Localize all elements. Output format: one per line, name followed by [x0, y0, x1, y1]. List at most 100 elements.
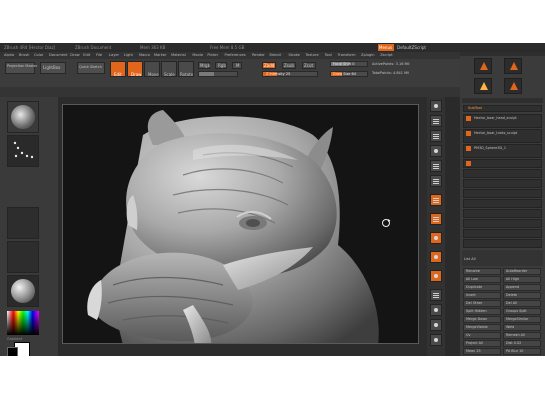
xyz-button[interactable]: [430, 270, 442, 282]
menu-item-render[interactable]: Render: [252, 53, 265, 58]
tool-thumbnail-c[interactable]: [474, 78, 492, 94]
rgb-intensity-slider[interactable]: [198, 71, 238, 77]
focal-shift-slider[interactable]: Focal Shift 0: [330, 61, 368, 67]
menu-item-light[interactable]: Light: [124, 53, 133, 58]
subtool-item-1[interactable]: Hector_boar_head_sculpt: [463, 114, 542, 128]
menu-item-preferences[interactable]: Preferences: [225, 53, 246, 58]
actual-button[interactable]: [430, 160, 442, 172]
subtool-item-12[interactable]: [463, 239, 542, 248]
subtool-item-9[interactable]: [463, 209, 542, 218]
menu-item-stencil[interactable]: Stencil: [269, 53, 281, 58]
subtool-action-uv[interactable]: Uv: [463, 332, 501, 339]
subtool-action-all-high[interactable]: All High: [503, 276, 541, 283]
move-view-button[interactable]: [430, 304, 442, 316]
subtool-action-duplicate[interactable]: Duplicate: [463, 284, 501, 291]
subtool-action-dist-0-02[interactable]: Dist 0.02: [503, 340, 541, 347]
subtool-header[interactable]: SubTool: [463, 105, 542, 112]
tool-thumbnail-b[interactable]: [504, 58, 522, 74]
lightbox-button[interactable]: LightBox: [40, 62, 66, 74]
subtool-item-4[interactable]: [463, 159, 542, 168]
persp-button[interactable]: [430, 194, 442, 206]
subtool-item-5[interactable]: [463, 169, 542, 178]
subtool-action-pa-blur-10[interactable]: PA Blur 10: [503, 348, 541, 355]
rotate-view-button[interactable]: [430, 334, 442, 346]
menu-item-color[interactable]: Color: [34, 53, 43, 58]
subtool-action-groups-split[interactable]: Groups Split: [503, 308, 541, 315]
edit-mode-button[interactable]: Edit: [110, 61, 126, 77]
material-thumbnail[interactable]: [7, 275, 39, 307]
subtool-item-7[interactable]: [463, 189, 542, 198]
scale-mode-button[interactable]: Scale: [161, 61, 177, 77]
move-mode-button[interactable]: Move: [144, 61, 160, 77]
subtool-action-delete[interactable]: Delete: [503, 292, 541, 299]
subtool-action-rename[interactable]: Rename: [463, 268, 501, 275]
menu-item-macro[interactable]: Macro: [139, 53, 150, 58]
rotate-mode-button[interactable]: Rotate: [178, 61, 194, 77]
menu-item-movie[interactable]: Movie: [192, 53, 203, 58]
subtool-item-8[interactable]: [463, 199, 542, 208]
menu-item-zplugin[interactable]: Zplugin: [361, 53, 375, 58]
menu-item-edit[interactable]: Edit: [83, 53, 90, 58]
tool-thumbnail-d[interactable]: [504, 78, 522, 94]
subtool-item-3[interactable]: PM3D_Sphere3D_1: [463, 144, 542, 158]
subtool-action-mean-25[interactable]: Mean 25: [463, 348, 501, 355]
rgb-button[interactable]: Rgb: [215, 62, 227, 69]
draw-mode-button[interactable]: Draw: [127, 61, 143, 77]
default-zscript-button[interactable]: DefaultZScript: [397, 45, 426, 50]
quick-sketch-button[interactable]: Quick Sketch: [77, 62, 105, 74]
subtool-action-all-low[interactable]: All Low: [463, 276, 501, 283]
lsym-button[interactable]: [430, 251, 442, 263]
subtool-item-6[interactable]: [463, 179, 542, 188]
frame-button[interactable]: [430, 289, 442, 301]
scale-view-button[interactable]: [430, 319, 442, 331]
color-picker[interactable]: [7, 311, 39, 335]
zcut-button[interactable]: Zcut: [302, 62, 316, 69]
projection-master-button[interactable]: Projection Master: [5, 62, 37, 74]
menu-item-brush[interactable]: Brush: [19, 53, 29, 58]
subtool-action-merge-down[interactable]: Merge Down: [463, 316, 501, 323]
zoom-button[interactable]: [430, 145, 442, 157]
m-button[interactable]: M: [232, 62, 242, 69]
secondary-color-swatch[interactable]: [7, 347, 18, 356]
spix-button[interactable]: [430, 115, 442, 127]
subtool-action-remesh-all[interactable]: Remesh All: [503, 332, 541, 339]
menu-item-file[interactable]: File: [96, 53, 102, 58]
subtool-action-insert[interactable]: Insert: [463, 292, 501, 299]
tool-thumbnail-a[interactable]: [474, 58, 492, 74]
subtool-action-del-other[interactable]: Del Other: [463, 300, 501, 307]
subtool-action-split-hidden[interactable]: Split Hidden: [463, 308, 501, 315]
menu-item-zscript[interactable]: Zscript: [380, 53, 392, 58]
menu-item-marker[interactable]: Marker: [154, 53, 166, 58]
stroke-thumbnail[interactable]: [7, 135, 39, 167]
floor-button[interactable]: [430, 213, 442, 225]
z-intensity-slider[interactable]: Z Intensity 25: [262, 71, 318, 77]
subtool-action-mergesimilar[interactable]: MergeSimilar: [503, 316, 541, 323]
menu-item-texture[interactable]: Texture: [306, 53, 319, 58]
brush-thumbnail[interactable]: [7, 101, 39, 133]
alpha-thumbnail[interactable]: [7, 207, 39, 239]
aahalf-button[interactable]: [430, 175, 442, 187]
subtool-item-10[interactable]: [463, 219, 542, 228]
subtool-action-weld[interactable]: Weld: [503, 324, 541, 331]
draw-size-slider[interactable]: Draw Size 64: [330, 71, 368, 77]
menu-item-picker[interactable]: Picker: [207, 53, 218, 58]
zsub-button[interactable]: Zsub: [282, 62, 296, 69]
subtool-item-11[interactable]: [463, 229, 542, 238]
subtool-action-del-all[interactable]: Del All: [503, 300, 541, 307]
menu-item-document[interactable]: Document: [49, 53, 68, 58]
subtool-item-2[interactable]: Hector_boar_tusks_sculpt: [463, 129, 542, 143]
menu-item-alpha[interactable]: Alpha: [4, 53, 14, 58]
subtool-action-autoreorder[interactable]: AutoReorder: [503, 268, 541, 275]
viewport-rotate-icon[interactable]: [382, 219, 391, 227]
document-canvas[interactable]: [62, 104, 419, 344]
subtool-action-append[interactable]: Append: [503, 284, 541, 291]
menu-item-tool[interactable]: Tool: [325, 53, 332, 58]
texture-thumbnail[interactable]: [7, 241, 39, 273]
zadd-button[interactable]: Zadd: [262, 62, 276, 69]
local-button[interactable]: [430, 232, 442, 244]
mrgb-button[interactable]: Mrgb: [198, 62, 210, 69]
subtool-action-project-all[interactable]: Project All: [463, 340, 501, 347]
menus-toggle-button[interactable]: Menus: [378, 44, 394, 51]
subtool-action-mergevisible[interactable]: MergeVisible: [463, 324, 501, 331]
menu-item-draw[interactable]: Draw: [70, 53, 79, 58]
